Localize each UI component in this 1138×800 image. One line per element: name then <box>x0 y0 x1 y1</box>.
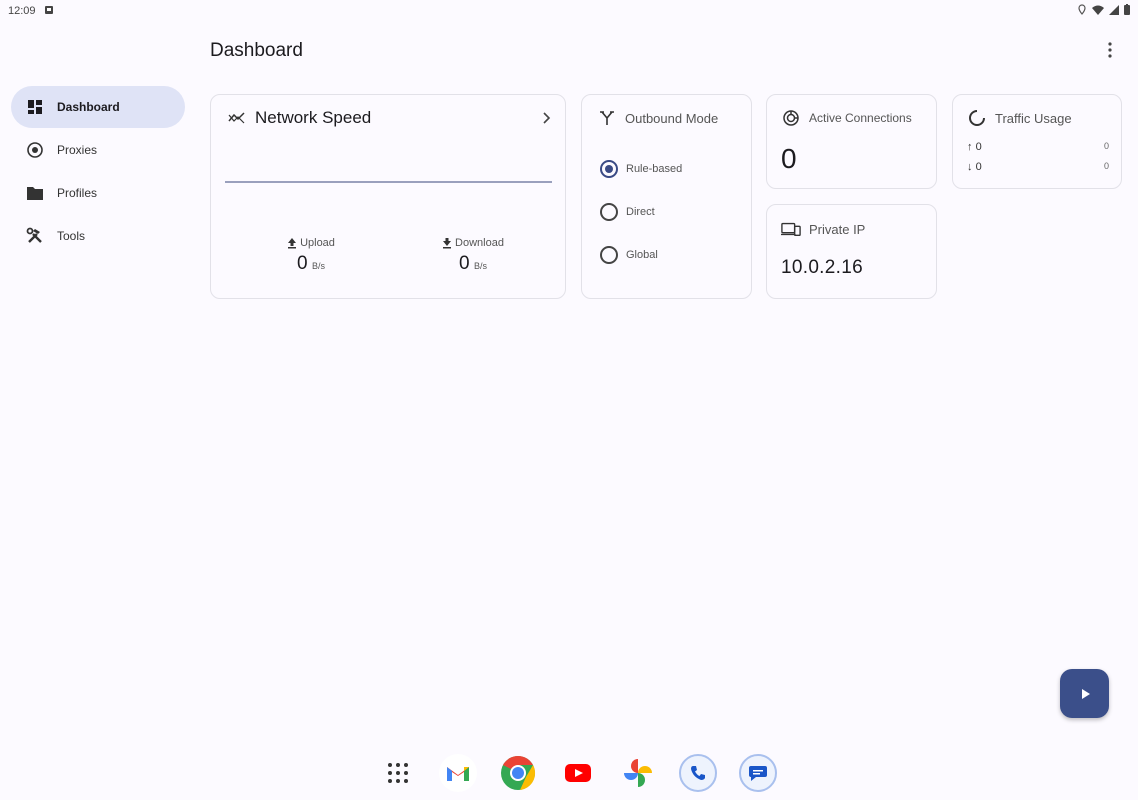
radio-label: Global <box>626 249 658 261</box>
download-icon <box>443 238 452 249</box>
app-drawer-icon[interactable] <box>379 754 417 792</box>
outbound-mode-options: Rule-based Direct Global <box>600 159 682 288</box>
active-connections-value: 0 <box>781 143 797 174</box>
upload-icon <box>288 238 297 249</box>
card-title: Active Connections <box>809 111 912 125</box>
outbound-mode-card: Outbound Mode Rule-based Direct Global <box>581 94 752 299</box>
radio-selected-icon <box>600 160 618 178</box>
traffic-download-row: ↓ 0 0 <box>967 161 1109 173</box>
radio-global[interactable]: Global <box>600 245 682 265</box>
speed-chart-line <box>225 181 552 183</box>
tools-icon <box>25 226 45 246</box>
upload-value: 0 <box>296 253 308 274</box>
radio-label: Rule-based <box>626 163 683 175</box>
status-bar: 12:09 <box>0 0 1138 22</box>
connections-icon <box>781 108 801 128</box>
private-ip-card: Private IP 10.0.2.16 <box>766 204 937 299</box>
download-label: Download <box>455 237 504 249</box>
download-stat: Download 0 B/s <box>433 237 513 275</box>
chevron-right-icon[interactable] <box>541 111 551 130</box>
notification-icon <box>44 5 54 18</box>
phone-icon[interactable] <box>679 754 717 792</box>
signal-icon <box>1109 4 1119 18</box>
traffic-upload-row: ↑ 0 0 <box>967 141 1109 153</box>
status-time: 12:09 <box>8 5 36 17</box>
folder-icon <box>25 183 45 203</box>
nav-item-label: Tools <box>57 229 86 243</box>
private-ip-value: 10.0.2.16 <box>781 257 863 278</box>
gmail-icon[interactable] <box>439 754 477 792</box>
photos-icon[interactable] <box>619 754 657 792</box>
arrow-down-icon: ↓ <box>967 161 973 173</box>
youtube-icon[interactable] <box>559 754 597 792</box>
nav-item-tools[interactable]: Tools <box>11 215 185 257</box>
chrome-icon[interactable] <box>499 754 537 792</box>
card-title: Traffic Usage <box>995 110 1072 126</box>
traffic-upload-value: 0 <box>975 141 982 153</box>
more-vert-icon <box>1108 42 1112 58</box>
nav-item-proxies[interactable]: Proxies <box>11 129 185 171</box>
card-title: Private IP <box>809 221 866 237</box>
navigation-drawer: Dashboard Proxies Profiles Tools <box>11 86 185 258</box>
location-icon <box>1077 4 1087 18</box>
traffic-download-value: 0 <box>975 161 982 173</box>
traffic-usage-card: Traffic Usage ↑ 0 0 ↓ 0 0 <box>952 94 1122 189</box>
wifi-icon <box>1092 5 1104 18</box>
nav-item-label: Dashboard <box>57 100 120 114</box>
upload-unit: B/s <box>312 261 326 271</box>
proxies-icon <box>25 140 45 160</box>
download-unit: B/s <box>474 261 488 271</box>
arrow-up-icon: ↑ <box>967 141 973 153</box>
active-connections-card[interactable]: Active Connections 0 <box>766 94 937 189</box>
donut-chart-icon <box>967 108 987 128</box>
network-speed-card[interactable]: Network Speed Upload 0 B/s Download 0 B/… <box>210 94 566 299</box>
radio-unselected-icon <box>600 203 618 221</box>
download-value: 0 <box>458 253 470 274</box>
nav-item-label: Proxies <box>57 143 98 157</box>
upload-label: Upload <box>300 237 335 249</box>
traffic-upload-total: 0 <box>1103 141 1109 151</box>
play-icon <box>1081 688 1090 699</box>
radio-unselected-icon <box>600 246 618 264</box>
page-title: Dashboard <box>210 40 303 61</box>
dashboard-icon <box>25 97 45 117</box>
radio-label: Direct <box>626 206 655 218</box>
fork-icon <box>597 108 617 128</box>
top-app-bar: Dashboard <box>210 36 1128 66</box>
taskbar-dock <box>0 746 1138 800</box>
messages-icon[interactable] <box>739 754 777 792</box>
nav-item-dashboard[interactable]: Dashboard <box>11 86 185 128</box>
upload-stat: Upload 0 B/s <box>271 237 351 275</box>
speed-icon <box>227 108 247 128</box>
card-title: Network Speed <box>255 108 372 127</box>
battery-icon <box>1124 4 1130 18</box>
traffic-download-total: 0 <box>1103 161 1109 171</box>
start-vpn-button[interactable] <box>1060 669 1109 718</box>
nav-item-label: Profiles <box>57 186 98 200</box>
radio-direct[interactable]: Direct <box>600 202 682 222</box>
devices-icon <box>781 219 801 239</box>
radio-rule-based[interactable]: Rule-based <box>600 159 682 179</box>
nav-item-profiles[interactable]: Profiles <box>11 172 185 214</box>
card-title: Outbound Mode <box>625 110 719 126</box>
more-options-button[interactable] <box>1098 38 1122 62</box>
